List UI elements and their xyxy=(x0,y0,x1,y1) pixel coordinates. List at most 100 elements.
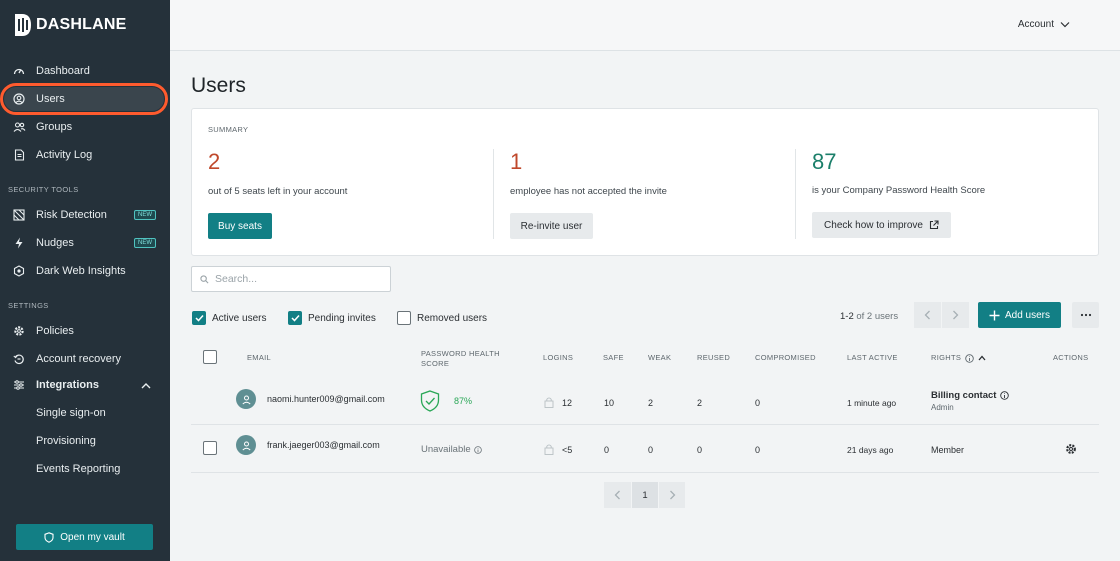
shield-icon xyxy=(44,531,54,543)
risk-icon xyxy=(12,208,26,222)
sidebar-item-label: Integrations xyxy=(36,379,99,391)
more-options-button[interactable] xyxy=(1072,302,1099,328)
health-score: 87% xyxy=(454,396,473,406)
last-active: 1 minute ago xyxy=(847,398,897,408)
info-icon xyxy=(965,353,974,363)
column-header-compromised[interactable]: COMPROMISED xyxy=(755,353,816,363)
gear-icon[interactable] xyxy=(1065,443,1077,455)
prev-page-button[interactable] xyxy=(604,482,631,508)
filter-label: Active users xyxy=(212,312,267,324)
new-badge: NEW xyxy=(134,238,156,248)
checkbox-checked[interactable] xyxy=(288,311,302,325)
sidebar-subitem-single-sign-on[interactable]: Single sign-on xyxy=(36,407,106,419)
sidebar-subitem-events-reporting[interactable]: Events Reporting xyxy=(36,463,120,475)
account-menu[interactable]: Account xyxy=(1018,19,1070,30)
column-header-last-active[interactable]: LAST ACTIVE xyxy=(847,353,898,363)
summary-divider xyxy=(493,149,494,239)
check-improve-button[interactable]: Check how to improve xyxy=(812,212,951,238)
avatar xyxy=(236,389,256,409)
user-icon xyxy=(241,395,251,404)
rights-member: Member xyxy=(931,445,965,455)
document-icon xyxy=(12,148,26,162)
sidebar-item-policies[interactable]: Policies xyxy=(0,319,170,343)
seats-value: 2 xyxy=(208,149,221,174)
dashlane-logo[interactable]: DASHLANE xyxy=(14,12,127,38)
page-title: Users xyxy=(191,74,246,97)
summary-divider xyxy=(795,149,796,239)
filter-removed-users[interactable]: Removed users xyxy=(397,311,487,325)
reinvite-user-button[interactable]: Re-invite user xyxy=(510,213,593,239)
top-bar: Account xyxy=(170,0,1120,51)
column-header-safe[interactable]: SAFE xyxy=(603,353,624,363)
chevron-up-icon[interactable] xyxy=(140,381,152,391)
filter-active-users[interactable]: Active users xyxy=(192,311,266,325)
info-icon[interactable] xyxy=(1000,391,1010,400)
sidebar-item-dashboard[interactable]: Dashboard xyxy=(0,59,170,83)
last-active: 21 days ago xyxy=(847,445,894,455)
sidebar-subitem-provisioning[interactable]: Provisioning xyxy=(36,435,96,447)
pagination-total: of 2 users xyxy=(856,311,899,322)
sidebar-item-label: Risk Detection xyxy=(36,209,107,221)
sidebar-item-risk-detection[interactable]: Risk Detection NEW xyxy=(0,203,170,227)
chevron-down-icon xyxy=(1060,22,1070,28)
column-header-weak[interactable]: WEAK xyxy=(648,353,671,363)
filter-label: Removed users xyxy=(417,312,488,324)
prev-page-button[interactable] xyxy=(914,302,941,328)
weak-count: 0 xyxy=(648,445,654,455)
buy-seats-button[interactable]: Buy seats xyxy=(208,213,272,239)
sidebar-item-nudges[interactable]: Nudges NEW xyxy=(0,231,170,255)
sidebar-item-label: Activity Log xyxy=(36,149,93,161)
plus-icon xyxy=(989,310,1000,320)
sidebar-item-label: Users xyxy=(36,93,65,105)
search-box[interactable] xyxy=(191,266,391,292)
section-label-security: SECURITY TOOLS xyxy=(8,185,79,194)
section-label-settings: SETTINGS xyxy=(8,301,49,310)
page-number-button[interactable]: 1 xyxy=(632,482,658,508)
select-all-checkbox[interactable] xyxy=(203,350,217,364)
sidebar-item-groups[interactable]: Groups xyxy=(0,115,170,139)
gauge-icon xyxy=(12,64,26,78)
recovery-icon xyxy=(12,352,26,366)
checkbox-checked[interactable] xyxy=(192,311,206,325)
open-vault-button[interactable]: Open my vault xyxy=(16,524,153,550)
sidebar-item-users[interactable]: Users xyxy=(4,87,164,111)
new-badge: NEW xyxy=(134,210,156,220)
lock-icon xyxy=(544,397,554,408)
compromised-count: 0 xyxy=(755,445,761,455)
user-icon xyxy=(241,441,251,450)
row-checkbox[interactable] xyxy=(203,441,217,455)
sort-ascending-icon xyxy=(978,355,986,361)
invites-text: employee has not accepted the invite xyxy=(510,186,667,197)
gear-icon xyxy=(12,324,26,338)
sidebar-item-account-recovery[interactable]: Account recovery xyxy=(0,347,170,371)
weak-count: 2 xyxy=(648,398,654,408)
column-header-reused[interactable]: REUSED xyxy=(697,353,730,363)
lock-icon xyxy=(544,444,554,455)
reused-count: 2 xyxy=(697,398,703,408)
sidebar-item-label: Account recovery xyxy=(36,353,121,365)
sidebar: DASHLANE Dashboard Users Groups Activity… xyxy=(0,0,170,561)
column-header-logins[interactable]: LOGINS xyxy=(543,353,573,363)
header-label: RIGHTS xyxy=(931,353,962,362)
account-label: Account xyxy=(1017,19,1054,30)
column-header-rights[interactable]: RIGHTS xyxy=(931,353,986,363)
column-header-email[interactable]: EMAIL xyxy=(247,353,271,363)
filter-pending-invites[interactable]: Pending invites xyxy=(288,311,376,325)
row-divider xyxy=(191,424,1099,425)
checkbox-unchecked[interactable] xyxy=(397,311,411,325)
avatar xyxy=(236,435,256,455)
user-email: naomi.hunter009@gmail.com xyxy=(267,394,385,404)
sidebar-item-label: Groups xyxy=(36,121,73,133)
next-page-button[interactable] xyxy=(659,482,685,508)
sidebar-item-dark-web-insights[interactable]: Dark Web Insights xyxy=(0,259,170,283)
info-icon[interactable] xyxy=(473,445,482,454)
sidebar-item-activity-log[interactable]: Activity Log xyxy=(0,143,170,167)
column-header-password-health[interactable]: PASSWORD HEALTH SCORE xyxy=(421,349,500,369)
add-users-button[interactable]: Add users xyxy=(978,302,1061,328)
search-icon xyxy=(200,274,209,283)
next-page-button[interactable] xyxy=(942,302,969,328)
logins-count: <5 xyxy=(562,445,573,455)
summary-label: SUMMARY xyxy=(208,125,249,134)
search-input[interactable] xyxy=(215,273,385,285)
sliders-icon xyxy=(12,378,26,392)
